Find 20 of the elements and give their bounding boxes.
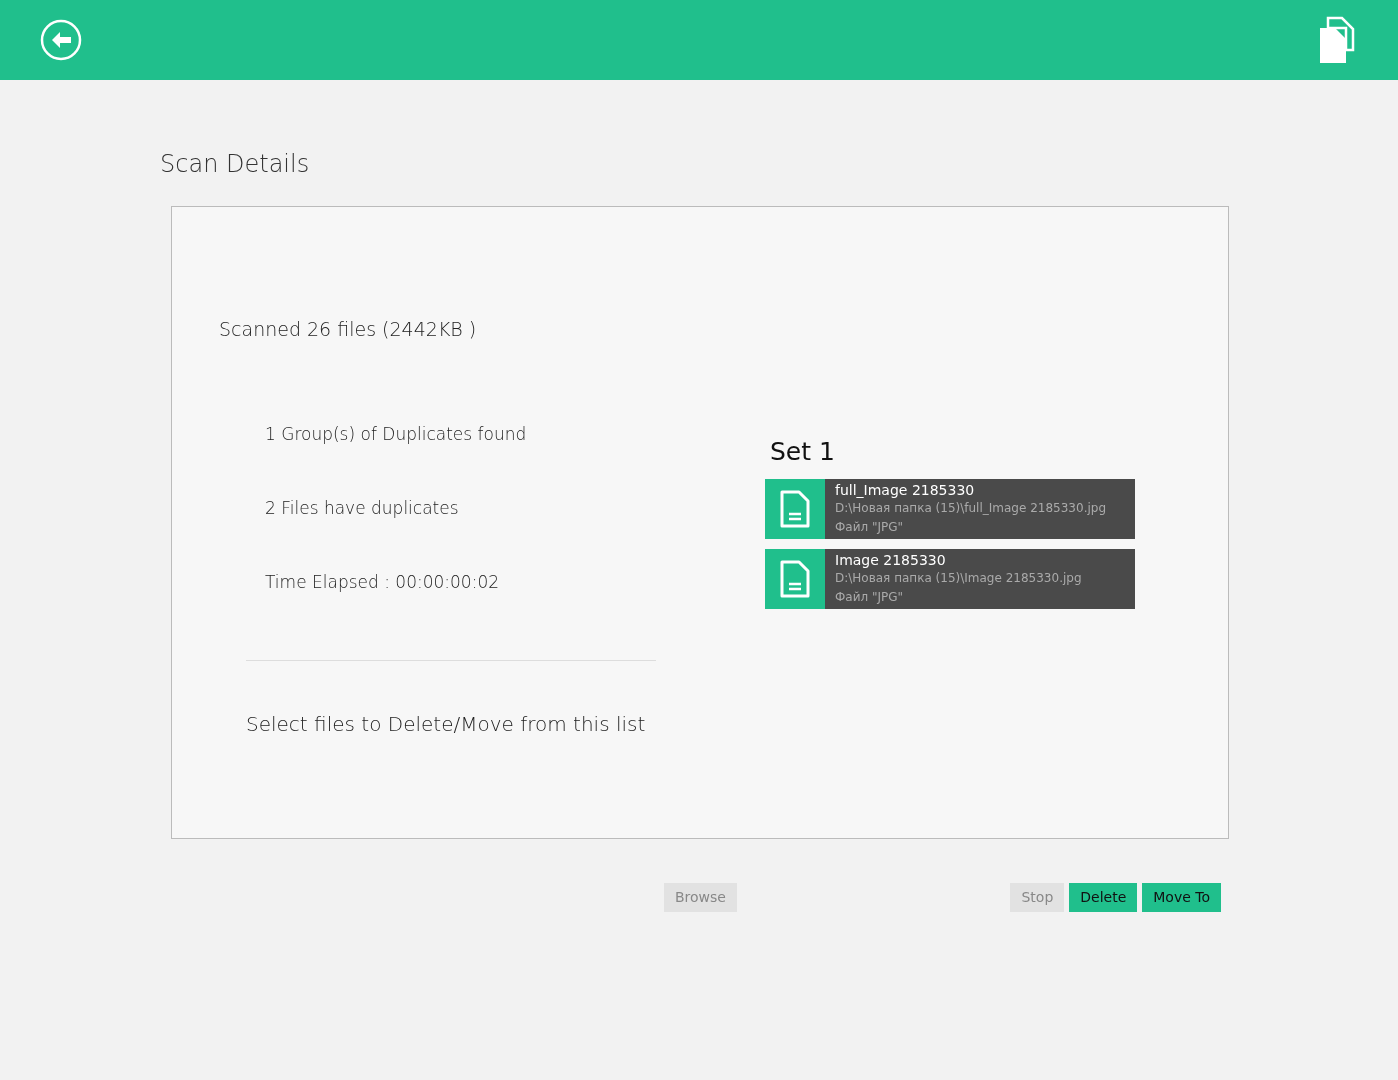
file-path: D:\Новая папка (15)\Image 2185330.jpg <box>835 569 1082 587</box>
file-name: Image 2185330 <box>835 550 947 569</box>
file-type: Файл "JPG" <box>835 518 905 536</box>
file-name: full_Image 2185330 <box>835 480 976 499</box>
file-type: Файл "JPG" <box>835 588 905 606</box>
stat-text: 1 Group(s) of Duplicates found <box>265 422 528 446</box>
file-item[interactable]: full_Image 2185330 D:\Новая папка (15)\full_Image 2185330.jpg Файл "JPG" <box>765 478 1135 539</box>
instruction-text: Select files to Delete/Move from this list <box>246 710 647 738</box>
file-icon <box>765 548 825 609</box>
file-icon <box>765 478 825 539</box>
set-title: Set 1 <box>770 436 836 468</box>
action-button[interactable]: Delete <box>1069 883 1138 912</box>
file-item[interactable]: Image 2185330 D:\Новая папка (15)\Image 2185330.jpg Файл "JPG" <box>765 548 1135 609</box>
scan-summary-text: Scanned 26 files (2442KB ) <box>219 317 478 342</box>
stat-text: 2 Files have duplicates <box>265 496 460 520</box>
page-title: Scan Details <box>160 149 311 180</box>
action-button[interactable]: Move To <box>1142 883 1221 912</box>
file-path: D:\Новая папка (15)\full_Image 2185330.jpg <box>835 499 1106 517</box>
back-icon[interactable] <box>40 19 82 61</box>
stat-text: Time Elapsed : 00:00:00:02 <box>265 570 501 594</box>
